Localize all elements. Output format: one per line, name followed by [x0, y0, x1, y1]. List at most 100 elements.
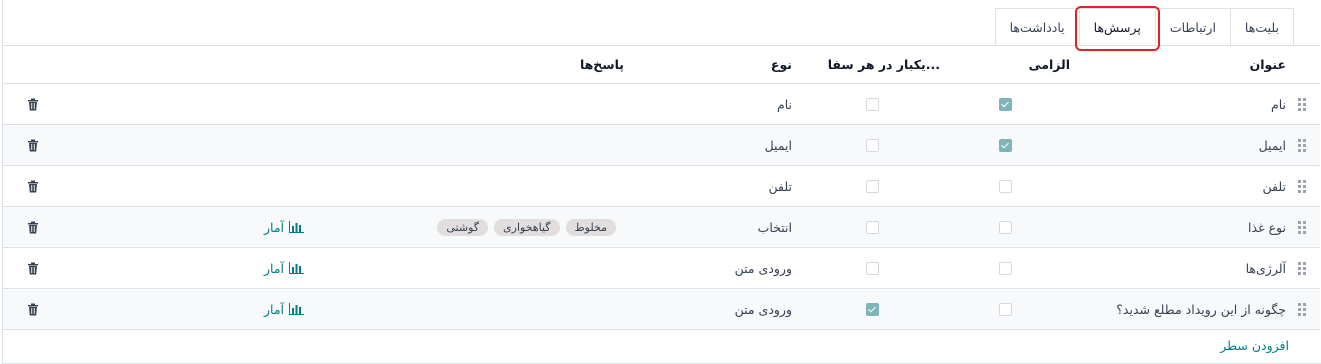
once-per-order-checkbox[interactable] — [865, 179, 879, 193]
row-title-cell[interactable]: چگونه از این رویداد مطلع شدید؟ — [1070, 289, 1320, 329]
trash-icon[interactable] — [27, 98, 39, 111]
mandatory-cell — [940, 125, 1070, 165]
mandatory-cell — [940, 289, 1070, 329]
stats-label: آمار — [263, 219, 284, 235]
add-line-link[interactable]: افزودن سطر — [1220, 338, 1289, 353]
table-row[interactable]: تلفن تلفن — [3, 166, 1320, 207]
drag-handle-icon[interactable] — [1296, 220, 1306, 234]
once-cell — [804, 207, 940, 247]
stats-button[interactable]: آمار — [264, 261, 304, 276]
row-title-cell[interactable]: نام — [1070, 84, 1320, 124]
drag-handle-icon[interactable] — [1296, 261, 1306, 275]
drag-handle-icon[interactable] — [1296, 97, 1306, 111]
table-row[interactable]: ایمیل ایمیل — [3, 125, 1320, 166]
col-mandatory-header[interactable]: الزامی — [940, 46, 1070, 83]
type-cell[interactable]: ورودی متن — [624, 289, 804, 329]
notebook-tabs: بلیت‌ها ارتباطات پرسش‌ها یادداشت‌ها — [994, 6, 1294, 51]
row-title-cell[interactable]: نوع غذا — [1070, 207, 1320, 247]
answers-cell[interactable] — [204, 125, 624, 165]
answers-cell[interactable] — [204, 84, 624, 124]
drag-handle-icon[interactable] — [1296, 138, 1306, 152]
delete-cell — [23, 166, 43, 206]
question-title: آلرژی‌ها — [1245, 260, 1286, 276]
stats-cell: آمار — [204, 289, 304, 329]
question-type: نام — [776, 96, 792, 112]
mandatory-cell — [940, 84, 1070, 124]
question-type: تلفن — [768, 178, 792, 194]
drag-handle-icon[interactable] — [1296, 179, 1306, 193]
stats-button[interactable]: آمار — [264, 302, 304, 317]
table-row[interactable]: نوع غذا انتخاب مخلوط گیاهخواری گوشتی آمار — [3, 207, 1320, 248]
table-row[interactable]: چگونه از این رویداد مطلع شدید؟ ورودی متن آ… — [3, 289, 1320, 330]
question-title: چگونه از این رویداد مطلع شدید؟ — [1116, 301, 1286, 317]
mandatory-checkbox[interactable] — [998, 97, 1012, 111]
tab-questions[interactable]: پرسش‌ها — [1074, 6, 1160, 51]
tab-label: ارتباطات — [1169, 19, 1216, 35]
once-per-order-checkbox[interactable] — [865, 220, 879, 234]
once-cell — [804, 125, 940, 165]
answers-cell[interactable] — [204, 166, 624, 206]
delete-cell — [23, 289, 43, 329]
once-cell — [804, 248, 940, 288]
stats-button[interactable]: آمار — [264, 220, 304, 235]
question-type: ایمیل — [764, 137, 792, 153]
trash-icon[interactable] — [27, 221, 39, 234]
tab-label: یادداشت‌ها — [1009, 19, 1065, 35]
answer-tag[interactable]: گوشتی — [437, 218, 489, 236]
col-answers-header[interactable]: پاسخ‌ها — [204, 46, 624, 83]
mandatory-checkbox[interactable] — [998, 138, 1012, 152]
stats-label: آمار — [263, 260, 284, 276]
answer-tag[interactable]: مخلوط — [565, 218, 616, 236]
once-per-order-checkbox[interactable] — [865, 261, 879, 275]
once-per-order-checkbox[interactable] — [865, 302, 879, 316]
mandatory-checkbox[interactable] — [998, 220, 1012, 234]
mandatory-checkbox[interactable] — [998, 179, 1012, 193]
tab-notes[interactable]: یادداشت‌ها — [994, 8, 1080, 45]
delete-cell — [23, 207, 43, 247]
col-once-header[interactable]: یکبار در هر سفا... — [804, 46, 940, 83]
drag-handle-icon[interactable] — [1296, 302, 1306, 316]
mandatory-checkbox[interactable] — [998, 261, 1012, 275]
row-title-cell[interactable]: ایمیل — [1070, 125, 1320, 165]
col-type-header[interactable]: نوع — [624, 46, 804, 83]
type-cell[interactable]: نام — [624, 84, 804, 124]
tab-communication[interactable]: ارتباطات — [1154, 8, 1231, 45]
once-cell — [804, 166, 940, 206]
mandatory-cell — [940, 207, 1070, 247]
mandatory-cell — [940, 248, 1070, 288]
type-cell[interactable]: ایمیل — [624, 125, 804, 165]
tab-label: پرسش‌ها — [1093, 19, 1141, 35]
table-header: عنوان الزامی یکبار در هر سفا... نوع پاسخ… — [3, 46, 1320, 84]
trash-icon[interactable] — [27, 262, 39, 275]
question-type: ورودی متن — [734, 260, 792, 276]
bar-chart-icon — [289, 221, 304, 233]
once-per-order-checkbox[interactable] — [865, 97, 879, 111]
stats-cell: آمار — [204, 248, 304, 288]
once-cell — [804, 289, 940, 329]
question-type: انتخاب — [757, 219, 792, 235]
type-cell[interactable]: ورودی متن — [624, 248, 804, 288]
answer-tag[interactable]: گیاهخواری — [494, 218, 560, 236]
question-type: ورودی متن — [734, 301, 792, 317]
table-row[interactable]: آلرژی‌ها ورودی متن آمار — [3, 248, 1320, 289]
trash-icon[interactable] — [27, 303, 39, 316]
trash-icon[interactable] — [27, 180, 39, 193]
table-row[interactable]: نام نام — [3, 84, 1320, 125]
col-title-header[interactable]: عنوان — [1070, 46, 1320, 83]
question-title: نوع غذا — [1248, 219, 1286, 235]
trash-icon[interactable] — [27, 139, 39, 152]
type-cell[interactable]: انتخاب — [624, 207, 804, 247]
question-title: ایمیل — [1258, 137, 1286, 153]
once-cell — [804, 84, 940, 124]
question-title: نام — [1270, 96, 1286, 112]
type-cell[interactable]: تلفن — [624, 166, 804, 206]
mandatory-checkbox[interactable] — [998, 302, 1012, 316]
once-per-order-checkbox[interactable] — [865, 138, 879, 152]
delete-cell — [23, 125, 43, 165]
stats-cell: آمار — [204, 207, 304, 247]
delete-cell — [23, 248, 43, 288]
row-title-cell[interactable]: آلرژی‌ها — [1070, 248, 1320, 288]
tab-tickets[interactable]: بلیت‌ها — [1229, 8, 1294, 45]
stats-label: آمار — [263, 301, 284, 317]
row-title-cell[interactable]: تلفن — [1070, 166, 1320, 206]
